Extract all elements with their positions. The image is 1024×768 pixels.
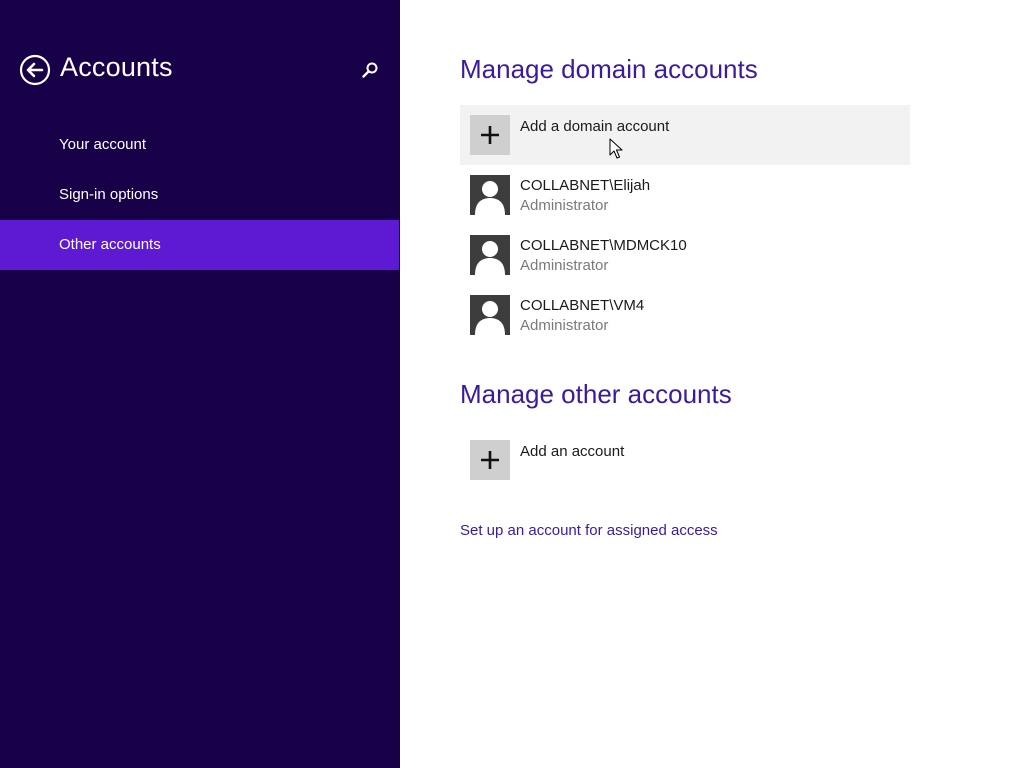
add-account-label: Add an account [520, 443, 625, 460]
add-domain-account-label: Add a domain account [520, 118, 670, 135]
sidebar: Accounts Your account Sign-in options Ot… [0, 0, 400, 768]
user-avatar-icon [470, 295, 510, 335]
search-icon[interactable] [361, 61, 379, 79]
account-name: COLLABNET\MDMCK10 [520, 237, 687, 254]
sidebar-item-sign-in-options[interactable]: Sign-in options [0, 170, 399, 220]
sidebar-item-your-account[interactable]: Your account [0, 120, 399, 170]
account-role: Administrator [520, 257, 609, 274]
account-name: COLLABNET\VM4 [520, 297, 645, 314]
user-avatar-icon [470, 175, 510, 215]
sidebar-item-label: Your account [59, 136, 147, 153]
back-arrow-icon[interactable] [19, 54, 51, 86]
main-content: Manage domain accounts Add a domain acco… [400, 0, 1024, 768]
account-item-vm4[interactable]: COLLABNET\VM4 Administrator [460, 285, 910, 345]
mouse-pointer-icon [609, 138, 623, 165]
user-avatar-icon [470, 235, 510, 275]
assigned-access-link[interactable]: Set up an account for assigned access [460, 522, 718, 539]
account-role: Administrator [520, 197, 609, 214]
sidebar-item-label: Other accounts [59, 236, 161, 253]
account-name: COLLABNET\Elijah [520, 177, 651, 194]
domain-accounts-heading: Manage domain accounts [460, 54, 758, 84]
plus-icon [470, 440, 510, 480]
sidebar-item-other-accounts[interactable]: Other accounts [0, 220, 399, 270]
add-account-button[interactable]: Add an account [460, 430, 910, 490]
other-accounts-heading: Manage other accounts [460, 379, 732, 409]
account-role: Administrator [520, 317, 609, 334]
account-item-elijah[interactable]: COLLABNET\Elijah Administrator [460, 165, 910, 225]
sidebar-item-label: Sign-in options [59, 186, 159, 203]
page-title: Accounts [60, 52, 173, 82]
add-domain-account-button[interactable]: Add a domain account [460, 105, 910, 165]
plus-icon [470, 115, 510, 155]
account-item-mdmck10[interactable]: COLLABNET\MDMCK10 Administrator [460, 225, 910, 285]
